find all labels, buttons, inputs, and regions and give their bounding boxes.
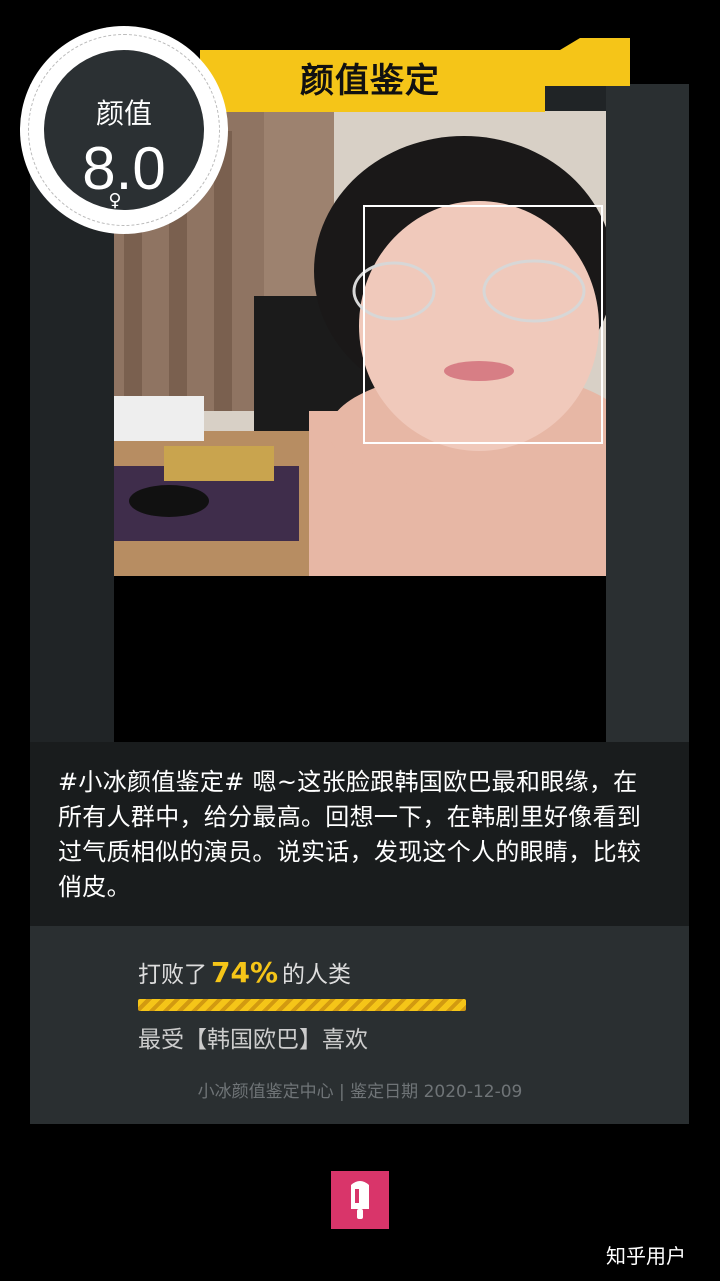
popsicle-app-icon[interactable] [331,1171,389,1229]
photo-bottom-area [114,576,606,742]
banner-title: 颜值鉴定 [300,61,440,101]
favorite-line: 最受【韩国欧巴】喜欢 [138,1027,368,1053]
footer-credit: 小冰颜值鉴定中心 | 鉴定日期 2020-12-09 [197,1082,523,1102]
score-label: 颜值 [95,97,152,130]
beat-percent: 74% [211,956,279,989]
badge-inner-circle: 颜值 8.0 [44,50,204,210]
description-text: #小冰颜值鉴定# 嗯~这张脸跟韩国欧巴最和眼缘，在所有人群中，给分最高。回想一下… [58,768,642,901]
card-side-strip [606,84,689,744]
beat-progress-bar [138,999,466,1011]
beat-line: 打败了 74% 的人类 [138,955,351,989]
female-icon: ♀ [108,190,122,211]
beat-prefix: 打败了 [138,962,207,988]
watermark: 知乎用户 [606,1244,686,1268]
beat-suffix: 的人类 [282,962,352,988]
